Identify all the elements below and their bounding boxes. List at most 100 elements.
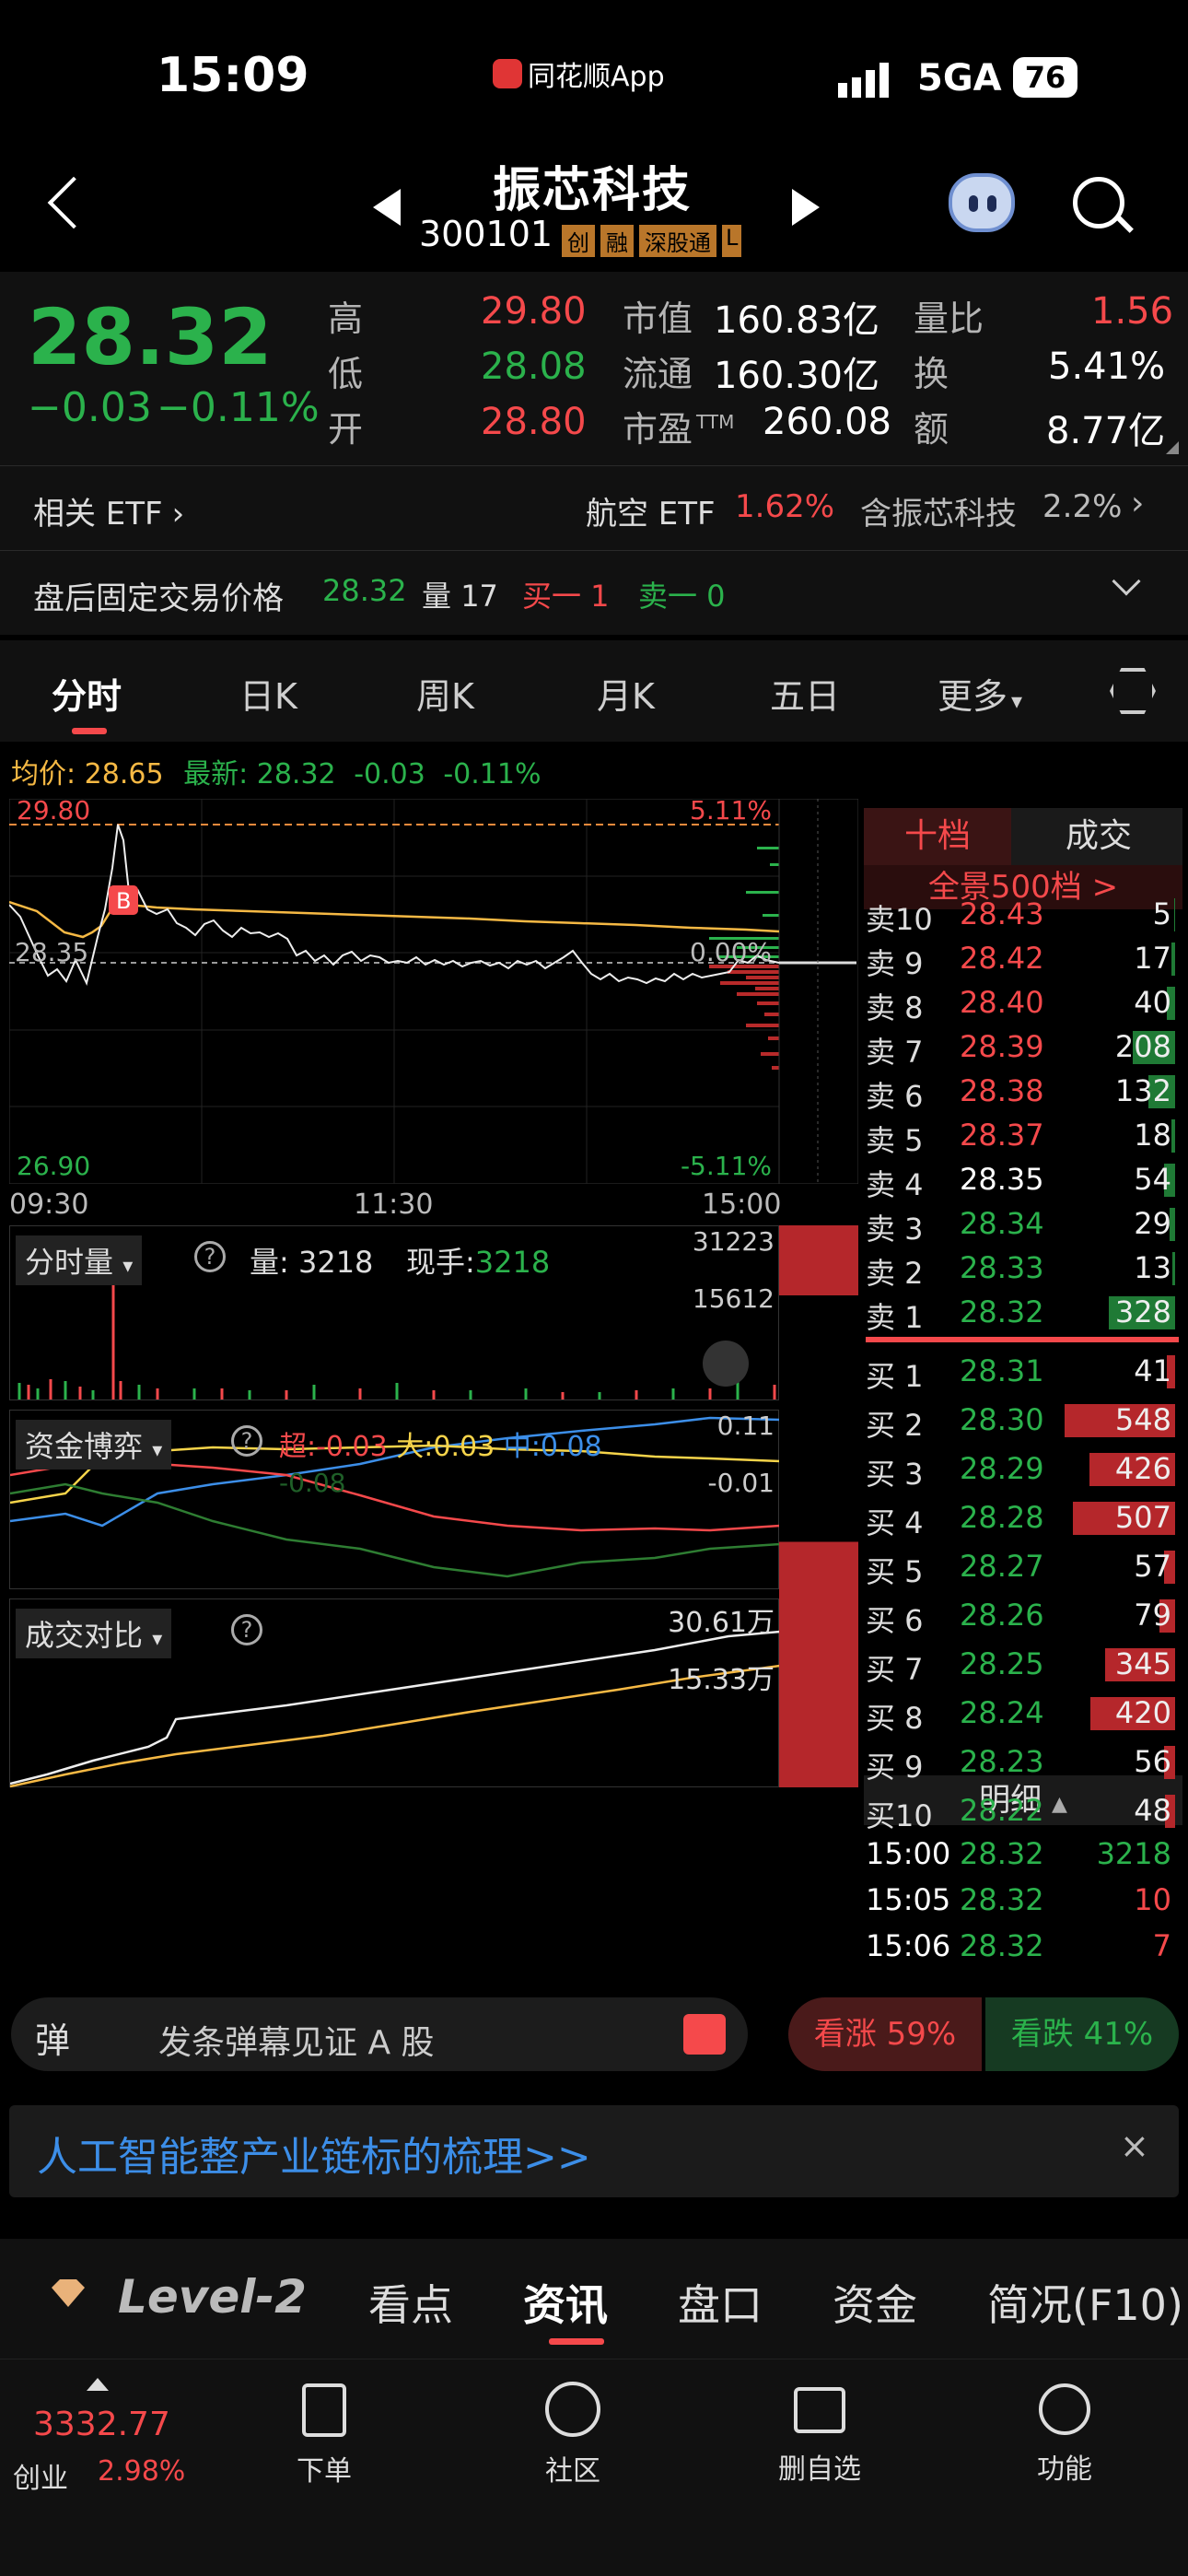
ask-row[interactable]: 卖10 28.43 5: [866, 893, 1179, 937]
tab-daily-k[interactable]: 日K: [239, 668, 297, 719]
level-volume: 54: [1134, 1162, 1171, 1197]
level-volume: 328: [1114, 1294, 1171, 1329]
ask-row[interactable]: 卖 9 28.42 17: [866, 937, 1179, 981]
level-label: 卖 2: [866, 1256, 924, 1291]
bid-row[interactable]: 买 7 28.25 345: [866, 1643, 1179, 1687]
tab-trades[interactable]: 成交: [1020, 808, 1177, 865]
stock-badges: 创 融 深股通 L: [562, 225, 742, 257]
level-price: 28.22: [960, 1793, 1044, 1828]
ask-row[interactable]: 卖 6 28.38 132: [866, 1070, 1179, 1114]
tab-ten-levels[interactable]: 十档: [864, 808, 1011, 865]
robot-assistant-icon[interactable]: [949, 173, 1015, 232]
active-tab-indicator: [549, 2338, 604, 2345]
fund-flow-selector[interactable]: 资金博弈 ▾: [16, 1420, 172, 1469]
remove-watchlist-button[interactable]: 删自选: [728, 2378, 912, 2487]
related-etf-row[interactable]: 相关 ETF › 航空 ETF 1.62% 含振芯科技 2.2% ›: [0, 465, 1188, 550]
bid-row[interactable]: 买 8 28.24 420: [866, 1692, 1179, 1736]
prev-stock-icon[interactable]: [373, 189, 401, 226]
volratio-label: 量比: [914, 299, 984, 339]
trade-row: 15:06 28.32 7: [866, 1925, 1179, 1969]
compare-selector[interactable]: 成交对比 ▾: [16, 1609, 172, 1658]
ask-row[interactable]: 卖 2 28.33 13: [866, 1247, 1179, 1291]
level-label: 买 8: [866, 1701, 924, 1736]
tab-monthly-k[interactable]: 月K: [597, 668, 655, 719]
gift-icon[interactable]: [683, 2014, 726, 2055]
level-label: 卖 3: [866, 1212, 924, 1247]
expand-corner-icon[interactable]: [1166, 441, 1179, 454]
ask-row[interactable]: 卖 1 28.32 328: [866, 1291, 1179, 1335]
etf-label: 相关 ETF ›: [33, 496, 185, 533]
help-icon[interactable]: ?: [231, 1614, 262, 1645]
back-icon[interactable]: [47, 176, 100, 229]
signal-icon: [838, 61, 897, 98]
level-volume: 57: [1134, 1549, 1171, 1584]
ask-row[interactable]: 卖 3 28.34 29: [866, 1202, 1179, 1247]
tab-highlights[interactable]: 看点: [368, 2272, 453, 2333]
tab-more[interactable]: 更多 ▾: [938, 668, 1022, 719]
function-button[interactable]: 功能: [973, 2378, 1157, 2487]
network-label: 5GA: [917, 57, 1002, 100]
help-icon[interactable]: ?: [231, 1425, 262, 1457]
next-stock-icon[interactable]: [792, 189, 820, 226]
fund-flow-top: 0.11: [716, 1411, 775, 1441]
chevron-down-icon[interactable]: [1112, 567, 1141, 596]
vote-down-button[interactable]: 看跌 41%: [985, 1997, 1179, 2071]
danmu-input[interactable]: 弹 发条弹幕见证 A 股: [11, 1997, 748, 2071]
volume-bar: [1174, 898, 1175, 931]
chart-info-line: 均价: 28.65 最新: 28.32 -0.03 -0.11%: [11, 758, 542, 790]
tab-level2[interactable]: Level-2: [118, 2270, 307, 2324]
ask-row[interactable]: 卖 7 28.39 208: [866, 1025, 1179, 1070]
fullscreen-icon[interactable]: [703, 1341, 749, 1387]
buy-marker[interactable]: B: [116, 888, 131, 914]
tab-profile[interactable]: 简况(F10): [987, 2272, 1183, 2333]
price-mid: 28.35: [15, 937, 88, 967]
index-ticker[interactable]: 3332.77 创业 2.98%: [13, 2372, 215, 2501]
volume-type-selector[interactable]: 分时量 ▾: [16, 1235, 143, 1285]
bid-row[interactable]: 买 5 28.27 57: [866, 1545, 1179, 1589]
ask-row[interactable]: 卖 5 28.37 18: [866, 1114, 1179, 1158]
chart-settings-icon[interactable]: [1110, 668, 1156, 714]
fund-flow-panel[interactable]: 资金博弈 ▾ ? 超:-0.03 大:0.03 中:0.08 0.11 -0.0…: [9, 1410, 780, 1589]
level-label: 卖 5: [866, 1123, 924, 1158]
volume-panel[interactable]: 分时量 ▾ ? 量: 3218 现手:3218 31223 15612: [9, 1225, 779, 1400]
level-label: 买 9: [866, 1750, 924, 1785]
bid-row[interactable]: 买 9 28.23 56: [866, 1740, 1179, 1785]
community-icon: [545, 2382, 600, 2437]
tab-funds[interactable]: 资金: [833, 2272, 917, 2333]
bid-row[interactable]: 买10 28.22 48: [866, 1789, 1179, 1833]
ask-row[interactable]: 卖 8 28.40 40: [866, 981, 1179, 1025]
level-volume: 56: [1134, 1744, 1171, 1779]
tab-intraday[interactable]: 分时: [52, 668, 122, 719]
badge: 深股通: [639, 225, 716, 257]
caret-down-icon: ▾: [152, 1439, 163, 1462]
tab-five-day[interactable]: 五日: [770, 668, 840, 719]
bid-row[interactable]: 买 1 28.31 41: [866, 1350, 1179, 1394]
volume-compare-panel[interactable]: 成交对比 ▾ ? 30.61万 15.33万: [9, 1598, 780, 1788]
fund-flow-legend: 超:-0.03 大:0.03 中:0.08: [279, 1431, 602, 1463]
help-icon[interactable]: ?: [194, 1241, 226, 1272]
level-price: 28.29: [960, 1451, 1044, 1486]
order-button[interactable]: 下单: [232, 2378, 416, 2488]
stock-code: 300101: [419, 214, 553, 254]
level-volume: 507: [1114, 1500, 1171, 1535]
ask-row[interactable]: 卖 4 28.35 54: [866, 1158, 1179, 1202]
vote-up-button[interactable]: 看涨 59%: [788, 1997, 982, 2071]
after-hours-row[interactable]: 盘后固定交易价格 28.32 量 17 买一 1 卖一 0: [0, 550, 1188, 635]
close-icon[interactable]: ×: [1120, 2125, 1149, 2166]
bid-row[interactable]: 买 3 28.29 426: [866, 1447, 1179, 1492]
bid-row[interactable]: 买 6 28.26 79: [866, 1594, 1179, 1638]
news-banner[interactable]: 人工智能整产业链标的梳理>> ×: [9, 2105, 1179, 2197]
danmu-bar: 弹 发条弹幕见证 A 股 看涨 59% 看跌 41%: [0, 1981, 1188, 2082]
price-chart[interactable]: B 29.80 5.11% 28.35 0.00% 26.90 -5.11%: [9, 799, 858, 1184]
volume-readout: 量: 3218: [250, 1245, 374, 1280]
bid-row[interactable]: 买 4 28.28 507: [866, 1496, 1179, 1540]
trade-time: 15:05: [866, 1882, 951, 1917]
bid-row[interactable]: 买 2 28.30 548: [866, 1399, 1179, 1443]
community-button[interactable]: 社区: [481, 2378, 665, 2488]
tab-news[interactable]: 资讯: [523, 2272, 608, 2333]
tab-orderbook[interactable]: 盘口: [678, 2272, 763, 2333]
price-bottom: 26.90: [17, 1151, 90, 1181]
badge: 创: [562, 225, 595, 257]
trade-volume: 10: [1134, 1882, 1171, 1917]
tab-weekly-k[interactable]: 周K: [416, 668, 474, 719]
